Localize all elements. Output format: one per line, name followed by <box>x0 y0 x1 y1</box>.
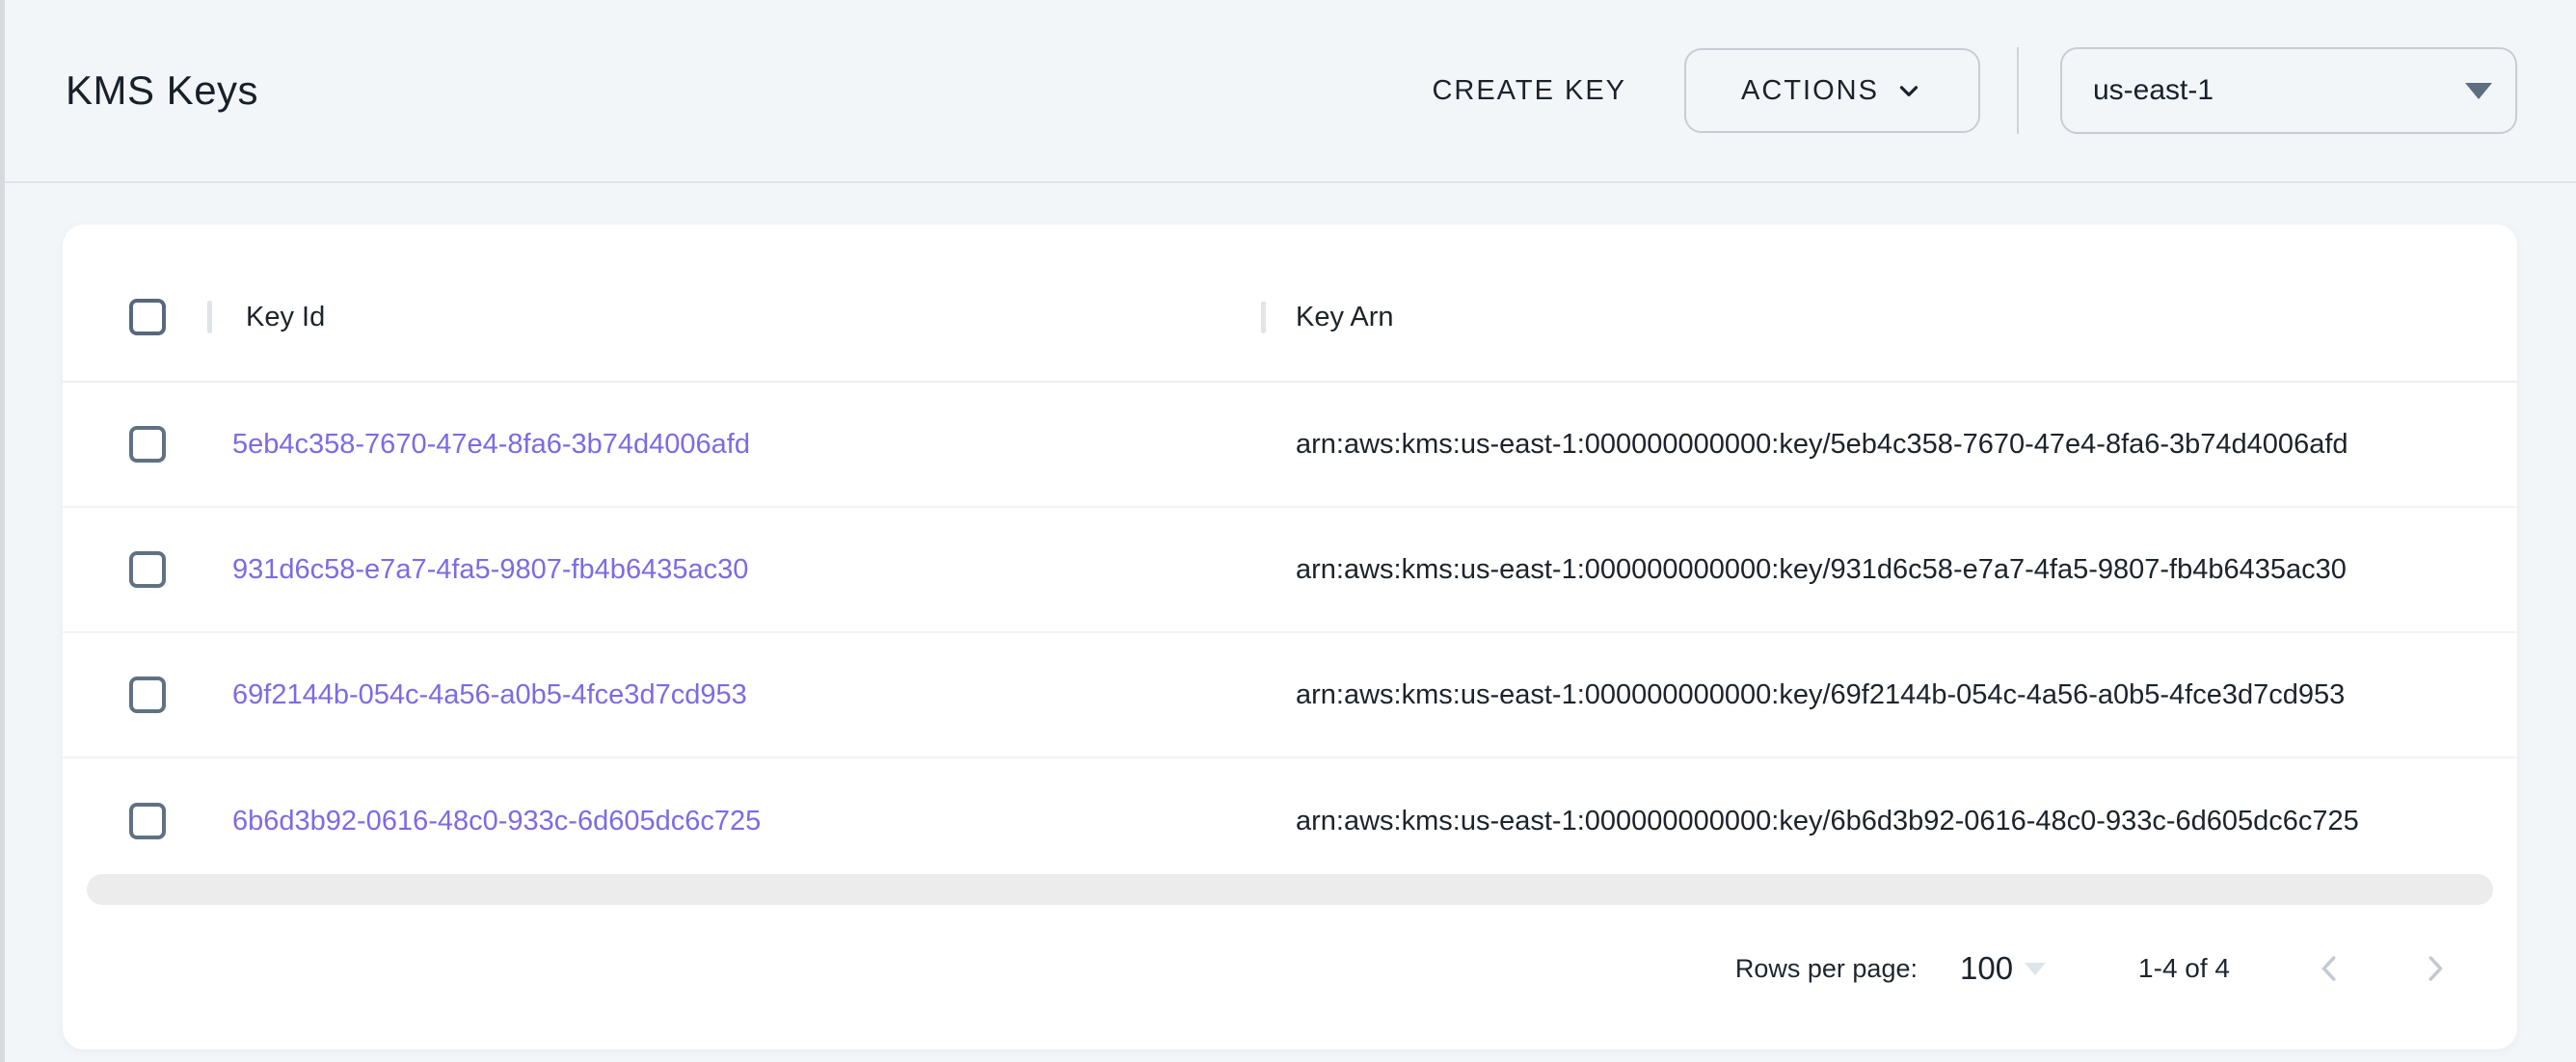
key-id-link[interactable]: 69f2144b-054c-4a56-a0b5-4fce3d7cd953 <box>232 679 747 711</box>
key-id-cell: 69f2144b-054c-4a56-a0b5-4fce3d7cd953 <box>207 679 1261 711</box>
column-separator[interactable] <box>1261 302 1266 333</box>
select-all-checkbox[interactable] <box>129 299 166 335</box>
table-row: 6b6d3b92-0616-48c0-933c-6d605dc6c725 arn… <box>63 758 2517 884</box>
select-dropdown-arrow-icon <box>2465 83 2492 99</box>
rows-per-page-select[interactable]: 100 <box>1960 950 2046 987</box>
key-arn-cell: arn:aws:kms:us-east-1:000000000000:key/5… <box>1261 429 2517 461</box>
region-select[interactable]: us-east-1 <box>2060 47 2517 134</box>
row-checkbox-cell <box>63 803 207 839</box>
actions-button-label: ACTIONS <box>1741 75 1879 107</box>
row-checkbox-cell <box>63 677 207 713</box>
rows-per-page-label: Rows per page: <box>1735 954 1918 984</box>
rows-per-page-value: 100 <box>1960 950 2013 987</box>
key-id-link[interactable]: 5eb4c358-7670-47e4-8fa6-3b74d4006afd <box>232 429 750 461</box>
column-header-key-id: Key Id <box>246 302 325 333</box>
row-checkbox-cell <box>63 551 207 588</box>
window-left-edge <box>0 0 5 1062</box>
chevron-down-icon <box>1894 76 1923 105</box>
row-checkbox-cell <box>63 426 207 463</box>
rows-per-page-caret-icon <box>2025 963 2046 975</box>
region-select-value: us-east-1 <box>2093 74 2214 107</box>
row-checkbox[interactable] <box>129 551 166 588</box>
keys-table: Key Id Key Arn 5eb4c358-7670-47e4-8fa6-3… <box>63 225 2517 884</box>
key-arn-cell: arn:aws:kms:us-east-1:000000000000:key/9… <box>1261 554 2517 586</box>
page-title: KMS Keys <box>66 67 258 114</box>
page-header: KMS Keys CREATE KEY ACTIONS us-east-1 <box>0 0 2576 183</box>
key-id-link[interactable]: 6b6d3b92-0616-48c0-933c-6d605dc6c725 <box>232 806 761 837</box>
table-row: 5eb4c358-7670-47e4-8fa6-3b74d4006afd arn… <box>63 383 2517 508</box>
header-divider <box>2017 47 2019 134</box>
pagination-bar: Rows per page: 100 1-4 of 4 <box>63 940 2517 997</box>
key-id-cell: 5eb4c358-7670-47e4-8fa6-3b74d4006afd <box>207 429 1261 461</box>
create-key-button[interactable]: CREATE KEY <box>1412 62 1646 120</box>
previous-page-button[interactable] <box>2311 950 2348 987</box>
key-id-link[interactable]: 931d6c58-e7a7-4fa5-9807-fb4b6435ac30 <box>232 554 748 586</box>
actions-button[interactable]: ACTIONS <box>1684 48 1980 133</box>
header-checkbox-cell <box>63 299 207 335</box>
key-id-cell: 6b6d3b92-0616-48c0-933c-6d605dc6c725 <box>207 806 1261 837</box>
row-checkbox[interactable] <box>129 803 166 839</box>
column-separator[interactable] <box>207 301 212 333</box>
key-arn-value: arn:aws:kms:us-east-1:000000000000:key/6… <box>1296 679 2345 711</box>
header-cell-key-arn[interactable]: Key Arn <box>1261 302 2517 333</box>
pagination-range-label: 1-4 of 4 <box>2138 953 2230 984</box>
key-id-cell: 931d6c58-e7a7-4fa5-9807-fb4b6435ac30 <box>207 554 1261 586</box>
key-arn-cell: arn:aws:kms:us-east-1:000000000000:key/6… <box>1261 806 2517 837</box>
table-header-row: Key Id Key Arn <box>63 253 2517 383</box>
horizontal-scrollbar[interactable] <box>87 874 2493 905</box>
next-page-button[interactable] <box>2417 950 2454 987</box>
row-checkbox[interactable] <box>129 677 166 713</box>
key-arn-value: arn:aws:kms:us-east-1:000000000000:key/9… <box>1296 554 2347 586</box>
column-header-key-arn: Key Arn <box>1296 302 1394 333</box>
key-arn-value: arn:aws:kms:us-east-1:000000000000:key/5… <box>1296 429 2348 461</box>
key-arn-value: arn:aws:kms:us-east-1:000000000000:key/6… <box>1296 806 2359 837</box>
table-row: 69f2144b-054c-4a56-a0b5-4fce3d7cd953 arn… <box>63 633 2517 758</box>
header-cell-key-id[interactable]: Key Id <box>207 302 1261 333</box>
row-checkbox[interactable] <box>129 426 166 463</box>
header-controls: CREATE KEY ACTIONS us-east-1 <box>1412 47 2517 134</box>
key-arn-cell: arn:aws:kms:us-east-1:000000000000:key/6… <box>1261 679 2517 711</box>
table-row: 931d6c58-e7a7-4fa5-9807-fb4b6435ac30 arn… <box>63 508 2517 633</box>
kms-keys-card: Key Id Key Arn 5eb4c358-7670-47e4-8fa6-3… <box>63 225 2517 1049</box>
